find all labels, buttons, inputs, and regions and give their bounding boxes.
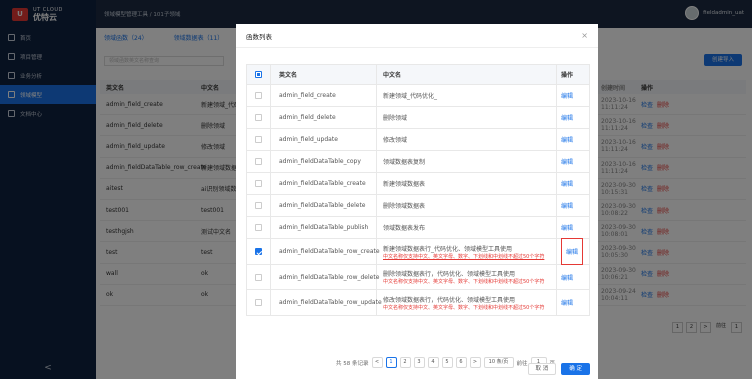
row-checkbox[interactable] xyxy=(255,273,262,281)
table-header: 英文名 中文名 操作 xyxy=(247,65,589,85)
cell-cn: 新建领域数据表 xyxy=(383,181,426,188)
function-list-dialog: 函数列表 × 英文名 中文名 操作 admin_field_create 新建领… xyxy=(236,24,598,379)
row-checkbox[interactable] xyxy=(255,299,262,306)
function-table: 英文名 中文名 操作 admin_field_create 新建领域_代码优化_… xyxy=(246,64,590,316)
confirm-button[interactable]: 确 定 xyxy=(561,363,590,375)
page-button[interactable]: 2 xyxy=(399,357,411,368)
table-row: admin_field_delete 删除领域 编辑 xyxy=(247,107,589,129)
cancel-button[interactable]: 取 消 xyxy=(527,363,557,375)
table-row: admin_fieldDataTable_copy 领域数据表复制 编辑 xyxy=(247,151,589,173)
table-row: admin_field_update 修改领域 编辑 xyxy=(247,129,589,151)
page-button[interactable]: 5 xyxy=(441,357,453,368)
edit-link[interactable]: 编辑 xyxy=(561,113,573,122)
row-checkbox[interactable] xyxy=(255,158,262,165)
cell-en: admin_field_update xyxy=(271,129,377,150)
cell-cn: 修改领域数据表行，代码优化、领域模型工具使用 xyxy=(383,296,516,304)
row-checkbox[interactable] xyxy=(255,224,262,231)
cell-en: admin_fieldDataTable_row_delete xyxy=(271,265,379,289)
edit-link[interactable]: 编辑 xyxy=(561,157,573,166)
table-row: admin_field_create 新建领域_代码优化_ 编辑 xyxy=(247,85,589,107)
column-header-cn: 中文名 xyxy=(377,65,557,84)
row-checkbox[interactable] xyxy=(255,114,262,121)
cell-cn: 删除领域数据表 xyxy=(383,203,426,210)
edit-link[interactable]: 编辑 xyxy=(561,238,584,265)
edit-link[interactable]: 编辑 xyxy=(561,201,573,210)
column-header-en: 英文名 xyxy=(271,65,377,84)
total-count: 共 58 条记录 xyxy=(336,360,369,367)
cell-cn: 修改领域 xyxy=(383,137,408,144)
validation-hint: 中文名称仅支持中文、英文字母、数字、下划线和中划线不超过50个字符 xyxy=(383,253,545,260)
edit-link[interactable]: 编辑 xyxy=(561,91,573,100)
page-button[interactable]: 4 xyxy=(427,357,439,368)
prev-page-button[interactable]: < xyxy=(371,357,383,368)
validation-hint: 中文名称仅支持中文、英文字母、数字、下划线和中划线不超过50个字符 xyxy=(383,279,545,285)
next-page-button[interactable]: > xyxy=(469,357,481,368)
dialog-header: 函数列表 × xyxy=(236,24,598,48)
edit-link[interactable]: 编辑 xyxy=(561,179,573,188)
cell-en: admin_field_create xyxy=(271,85,377,106)
edit-link[interactable]: 编辑 xyxy=(561,298,573,307)
page-button[interactable]: 3 xyxy=(413,357,425,368)
cell-cn: 新建领域_代码优化_ xyxy=(383,93,438,100)
table-row: admin_fieldDataTable_row_delete 删除领域数据表行… xyxy=(247,265,589,290)
dialog-title: 函数列表 xyxy=(246,32,272,41)
cell-en: admin_fieldDataTable_row_update xyxy=(271,290,382,315)
table-row: admin_fieldDataTable_create 新建领域数据表 编辑 xyxy=(247,173,589,195)
close-icon[interactable]: × xyxy=(581,31,588,40)
row-checkbox[interactable] xyxy=(255,136,262,143)
table-row: admin_fieldDataTable_row_update 修改领域数据表行… xyxy=(247,290,589,315)
row-checkbox[interactable] xyxy=(255,202,262,209)
cell-en: admin_fieldDataTable_create xyxy=(271,173,377,194)
validation-hint: 中文名称仅支持中文、英文字母、数字、下划线和中划线不超过50个字符 xyxy=(383,304,545,311)
cell-cn: 删除领域 xyxy=(383,115,408,122)
page-button-active[interactable]: 1 xyxy=(385,357,397,368)
page-button[interactable]: 6 xyxy=(455,357,467,368)
row-checkbox[interactable] xyxy=(255,180,262,187)
dialog-footer: 取 消 确 定 xyxy=(527,363,590,375)
cell-cn: 领域数据表发布 xyxy=(383,225,426,232)
cell-en: admin_field_delete xyxy=(271,107,377,128)
table-row: admin_fieldDataTable_publish 领域数据表发布 编辑 xyxy=(247,217,589,239)
edit-link[interactable]: 编辑 xyxy=(561,135,573,144)
cell-en: admin_fieldDataTable_publish xyxy=(271,217,377,238)
table-row-selected: admin_fieldDataTable_row_create 新建领域数据表行… xyxy=(247,238,589,265)
cell-cn: 删除领域数据表行，代码优化、领域模型工具使用 xyxy=(383,271,516,278)
row-checkbox[interactable] xyxy=(255,92,262,99)
cell-en: admin_fieldDataTable_copy xyxy=(271,151,377,172)
cell-en: admin_fieldDataTable_row_create xyxy=(271,239,380,264)
edit-link[interactable]: 编辑 xyxy=(561,223,573,232)
column-header-op: 操作 xyxy=(561,72,574,79)
select-all-checkbox[interactable] xyxy=(255,71,262,78)
edit-link[interactable]: 编辑 xyxy=(561,273,573,282)
row-checkbox[interactable] xyxy=(255,248,262,255)
cell-en: admin_fieldDataTable_delete xyxy=(271,195,377,216)
table-row: admin_fieldDataTable_delete 删除领域数据表 编辑 xyxy=(247,195,589,217)
page-size-select[interactable]: 10 条/页 xyxy=(483,357,514,368)
pagination: 共 58 条记录 < 1 2 3 4 5 6 > 10 条/页 前往 1 页 xyxy=(336,357,555,368)
jump-label: 前往 xyxy=(516,360,528,367)
cell-cn: 领域数据表复制 xyxy=(383,159,426,166)
cell-cn: 新建领域数据表行_代码优化、领域模型工具使用 xyxy=(383,245,513,253)
